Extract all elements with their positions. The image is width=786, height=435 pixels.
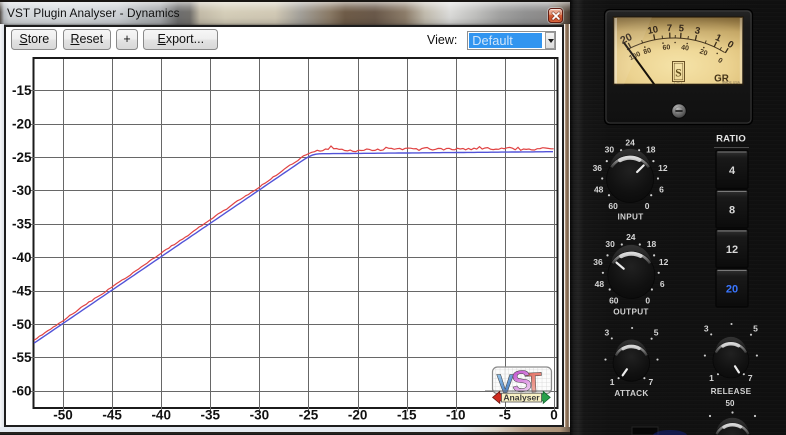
svg-text:-50: -50: [53, 408, 73, 423]
svg-text:-50: -50: [12, 317, 32, 332]
svg-text:18: 18: [646, 145, 656, 155]
svg-text:0: 0: [645, 295, 650, 305]
svg-text:OUTPUT: OUTPUT: [613, 308, 648, 317]
svg-text:30: 30: [605, 145, 615, 155]
svg-text:INPUT: INPUT: [617, 213, 643, 222]
svg-text:-10: -10: [446, 408, 466, 423]
svg-text:-35: -35: [12, 217, 32, 232]
svg-text:-5: -5: [499, 408, 511, 423]
svg-text:12: 12: [726, 244, 738, 256]
svg-text:Analyser: Analyser: [503, 393, 540, 403]
svg-text:5: 5: [654, 328, 659, 338]
svg-text:-40: -40: [151, 408, 171, 423]
svg-text:0: 0: [645, 201, 650, 211]
svg-text:MADE USA: MADE USA: [722, 81, 740, 85]
svg-text:-55: -55: [12, 350, 32, 365]
svg-text:12: 12: [659, 257, 669, 267]
svg-text:-60: -60: [12, 384, 32, 399]
svg-text:-30: -30: [12, 183, 32, 198]
svg-text:36: 36: [593, 257, 603, 267]
svg-text:-15: -15: [397, 408, 417, 423]
svg-text:6: 6: [659, 185, 664, 195]
svg-text:-45: -45: [12, 283, 32, 298]
svg-text:24: 24: [625, 138, 635, 148]
svg-text:12: 12: [658, 163, 668, 173]
svg-text:0: 0: [550, 408, 558, 423]
svg-text:S: S: [675, 68, 681, 80]
svg-text:ATTACK: ATTACK: [614, 389, 648, 398]
svg-text:7: 7: [748, 373, 753, 383]
svg-text:48: 48: [594, 185, 604, 195]
svg-text:-20: -20: [348, 408, 368, 423]
svg-text:8: 8: [729, 204, 735, 216]
svg-text:7: 7: [649, 377, 654, 387]
svg-text:36: 36: [593, 163, 603, 173]
svg-text:60: 60: [608, 201, 618, 211]
svg-text:-30: -30: [250, 408, 270, 423]
svg-text:-45: -45: [102, 408, 122, 423]
svg-text:20: 20: [726, 283, 738, 295]
svg-text:RATIO: RATIO: [716, 134, 746, 145]
svg-text:30: 30: [605, 239, 615, 249]
svg-text:-20: -20: [12, 116, 32, 131]
svg-text:1: 1: [709, 373, 714, 383]
svg-text:6: 6: [660, 279, 665, 289]
svg-text:48: 48: [595, 279, 605, 289]
svg-text:-15: -15: [12, 83, 32, 98]
svg-text:40: 40: [681, 44, 690, 52]
svg-text:4: 4: [729, 165, 736, 177]
svg-text:3: 3: [605, 328, 610, 338]
svg-text:5: 5: [753, 324, 758, 334]
svg-text:7: 7: [667, 23, 673, 34]
svg-text:10: 10: [647, 24, 659, 37]
svg-text:1: 1: [610, 377, 615, 387]
svg-text:I ☰ I: I ☰ I: [674, 80, 682, 85]
svg-text:RELEASE: RELEASE: [711, 387, 752, 396]
svg-text:-25: -25: [299, 408, 319, 423]
svg-text:50: 50: [726, 399, 735, 408]
svg-text:-25: -25: [12, 150, 32, 165]
svg-text:-40: -40: [12, 250, 32, 265]
svg-text:18: 18: [647, 239, 657, 249]
svg-text:60: 60: [662, 44, 670, 52]
svg-text:3: 3: [704, 324, 709, 334]
svg-text:-35: -35: [201, 408, 221, 423]
svg-text:60: 60: [609, 295, 619, 305]
svg-text:24: 24: [626, 232, 636, 242]
